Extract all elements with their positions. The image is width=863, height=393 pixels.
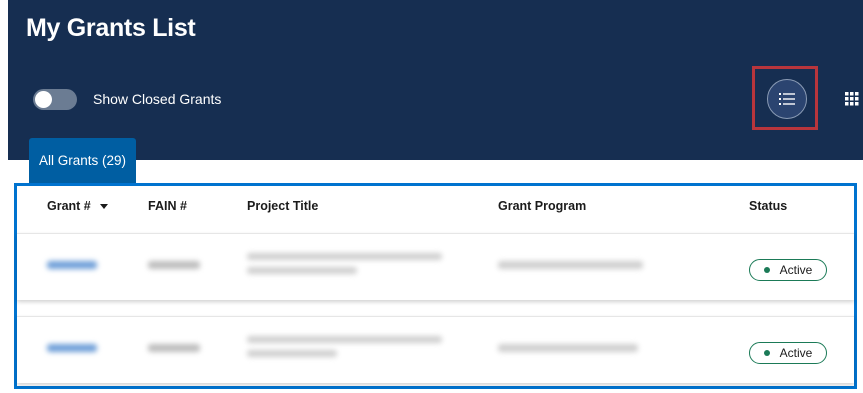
list-view-icon: [779, 93, 795, 105]
grid-view-icon: [845, 92, 859, 106]
grant-program-redacted: [498, 261, 643, 269]
grant-number-link-redacted[interactable]: [47, 261, 97, 269]
project-title-redacted: [247, 267, 357, 274]
grant-number-link-redacted[interactable]: [47, 344, 97, 352]
status-badge: Active: [749, 259, 827, 281]
fain-redacted: [148, 261, 200, 269]
column-header-fain: FAIN #: [148, 199, 187, 213]
caret-down-icon: [100, 203, 109, 209]
fain-redacted: [148, 344, 200, 352]
tab-all-grants[interactable]: All Grants (29): [29, 138, 136, 183]
project-title-redacted: [247, 253, 442, 260]
grant-program-redacted: [498, 344, 638, 352]
status-badge: Active: [749, 342, 827, 364]
status-label: Active: [779, 263, 813, 277]
grants-table: Grant # FAIN # Project Title Grant Progr…: [14, 183, 857, 389]
column-header-grant-number[interactable]: Grant #: [47, 199, 109, 213]
show-closed-grants-toggle[interactable]: [33, 89, 77, 110]
table-row[interactable]: Active: [17, 316, 854, 383]
project-title-redacted: [247, 350, 337, 357]
show-closed-grants-label: Show Closed Grants: [93, 91, 222, 107]
project-title-redacted: [247, 336, 442, 343]
page-title: My Grants List: [26, 14, 196, 42]
status-dot-icon: [763, 267, 770, 273]
toggle-knob: [35, 91, 52, 108]
grid-view-button[interactable]: [845, 92, 859, 111]
status-dot-icon: [763, 350, 770, 356]
page-header: My Grants List Show Closed Grants: [8, 0, 863, 160]
table-row[interactable]: Active: [17, 233, 854, 300]
column-header-status: Status: [749, 199, 788, 213]
column-header-label: Grant #: [47, 199, 91, 213]
column-header-project-title: Project Title: [247, 199, 319, 213]
status-label: Active: [779, 346, 813, 360]
column-header-grant-program: Grant Program: [498, 199, 587, 213]
list-view-button[interactable]: [767, 79, 807, 119]
